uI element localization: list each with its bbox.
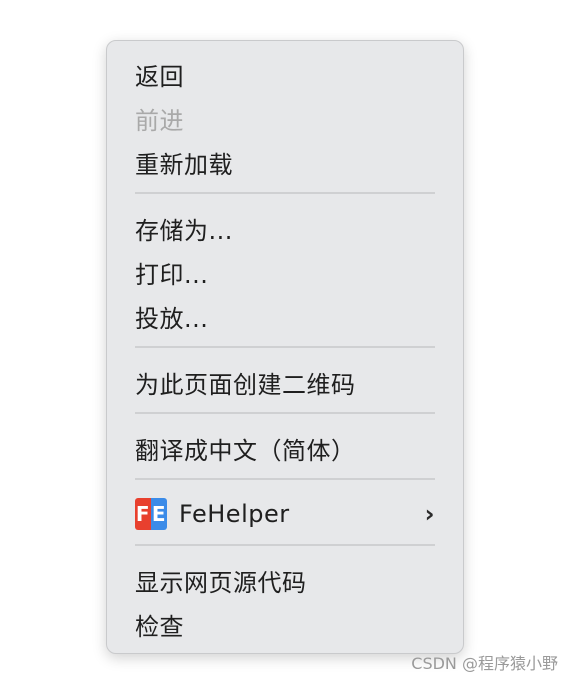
menu-item-fehelper[interactable]: F E FeHelper › <box>135 494 435 534</box>
menu-item-create-qr-code[interactable]: 为此页面创建二维码 <box>135 362 435 402</box>
context-menu: 返回 前进 重新加载 存储为... 打印... 投放... 为此页面创建二维码 … <box>106 40 464 654</box>
chevron-right-icon: › <box>424 500 435 528</box>
menu-item-label: 打印... <box>135 260 209 289</box>
menu-item-label: 为此页面创建二维码 <box>135 370 356 399</box>
menu-item-view-source[interactable]: 显示网页源代码 <box>135 560 435 600</box>
logo-letter-e: E <box>151 498 167 530</box>
menu-item-reload[interactable]: 重新加载 <box>135 142 435 182</box>
menu-item-label: 前进 <box>135 106 184 135</box>
menu-item-translate[interactable]: 翻译成中文（简体） <box>135 428 435 468</box>
menu-item-cast[interactable]: 投放... <box>135 296 435 336</box>
menu-item-label: 翻译成中文（简体） <box>135 436 356 465</box>
menu-item-label: 检查 <box>135 612 184 641</box>
menu-item-forward: 前进 <box>135 98 435 138</box>
menu-item-label: 存储为... <box>135 216 233 245</box>
menu-item-label: 投放... <box>135 304 209 333</box>
menu-separator <box>135 478 435 480</box>
menu-item-back[interactable]: 返回 <box>135 54 435 94</box>
fehelper-logo-icon: F E <box>135 498 167 530</box>
menu-item-label: 返回 <box>135 62 184 91</box>
menu-item-label: 显示网页源代码 <box>135 568 307 597</box>
menu-separator <box>135 412 435 414</box>
menu-item-label: FeHelper <box>179 500 290 528</box>
menu-separator <box>135 544 435 546</box>
logo-letter-f: F <box>135 498 151 530</box>
menu-item-save-as[interactable]: 存储为... <box>135 208 435 248</box>
watermark: CSDN @程序猿小野 <box>411 654 558 673</box>
menu-separator <box>135 346 435 348</box>
menu-item-label: 重新加载 <box>135 150 233 179</box>
menu-item-inspect[interactable]: 检查 <box>135 604 435 644</box>
menu-item-print[interactable]: 打印... <box>135 252 435 292</box>
menu-separator <box>135 192 435 194</box>
